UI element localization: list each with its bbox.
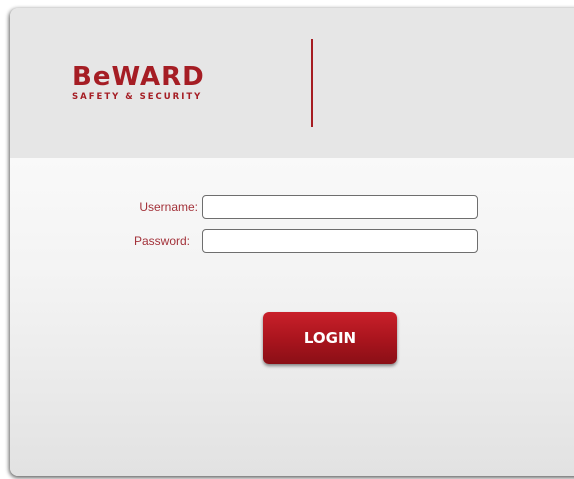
logo-tagline: SAFETY & SECURITY: [72, 92, 203, 102]
password-input[interactable]: [202, 229, 478, 253]
password-label: Password:: [133, 234, 190, 248]
username-input[interactable]: [202, 195, 478, 219]
header: BeWARD SAFETY & SECURITY: [10, 8, 574, 158]
username-label: Username:: [139, 200, 198, 214]
logo-wordmark: BeWARD: [72, 62, 205, 92]
beward-logo: BeWARD SAFETY & SECURITY: [72, 64, 205, 102]
login-panel: BeWARD SAFETY & SECURITY Username: Passw…: [10, 8, 574, 476]
header-divider: [311, 39, 313, 127]
login-button[interactable]: LOGIN: [263, 312, 397, 364]
